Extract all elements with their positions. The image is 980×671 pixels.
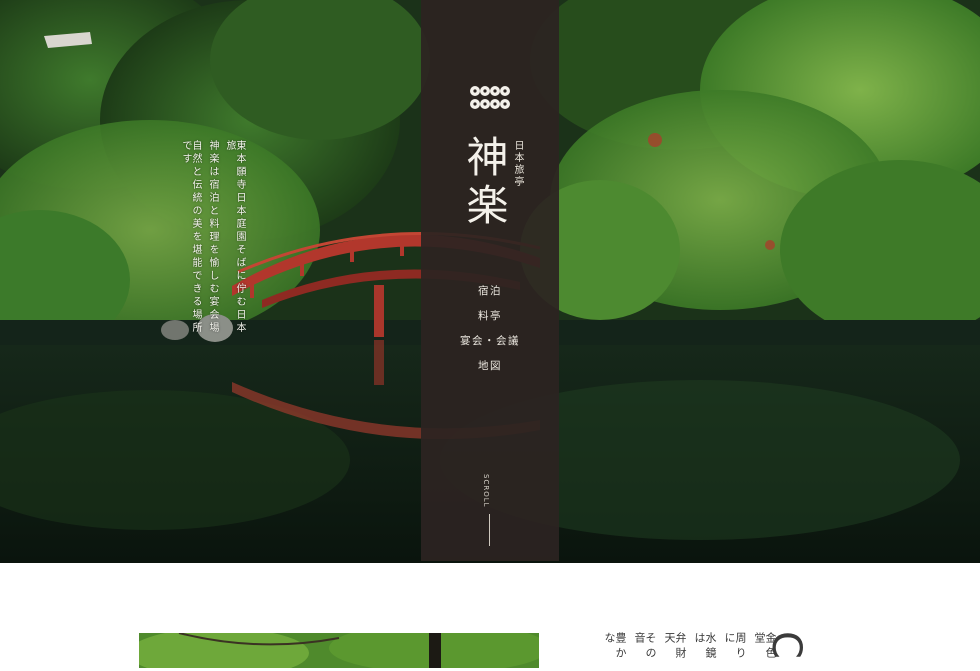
- nav-item-banquet[interactable]: 宴会・会議: [421, 333, 559, 348]
- scroll-indicator-line: [489, 514, 490, 546]
- nav-item-stay[interactable]: 宿泊: [421, 283, 559, 298]
- body-text-line: 周りに: [723, 632, 747, 662]
- nav-item-map[interactable]: 地図: [421, 358, 559, 373]
- nav-item-restaurant[interactable]: 料亭: [421, 308, 559, 323]
- scroll-indicator-label[interactable]: SCROLL: [482, 474, 490, 508]
- hero-tagline: 東本願寺日本庭園そばに佇む日本旅 神楽は宿泊と料理を愉しむ宴会場 自然と伝統の美…: [180, 140, 245, 340]
- body-text-line: 水鏡は: [693, 632, 717, 662]
- brand-subtitle: 日本旅亭: [512, 140, 523, 188]
- hero-section: 東本願寺日本庭園そばに佇む日本旅 神楽は宿泊と料理を愉しむ宴会場 自然と伝統の美…: [0, 0, 980, 563]
- main-nav: 宿泊 料亭 宴会・会議 地図: [421, 283, 559, 383]
- heading-letter: C: [766, 631, 806, 659]
- section-body-text: 金色堂 周りに 水鏡は 弁財天 その音 豊かな: [604, 632, 776, 668]
- brand-name[interactable]: 神楽: [460, 135, 509, 231]
- brand-nav-panel: 神楽 日本旅亭 宿泊 料亭 宴会・会議 地図 SCROLL: [421, 0, 559, 561]
- body-text-line: 弁財天: [663, 632, 687, 662]
- body-text-line: 豊かな: [604, 632, 627, 662]
- four-circles-crest-icon[interactable]: [469, 85, 511, 113]
- section-heading-letter: C: [766, 631, 806, 671]
- tagline-line: 神楽は宿泊と料理を愉しむ宴会場: [207, 140, 218, 335]
- tagline-line: 東本願寺日本庭園そばに佇む日本旅: [224, 140, 245, 335]
- section-photo: [139, 633, 539, 668]
- body-text-line: その音: [633, 632, 657, 662]
- tagline-line: 自然と伝統の美を堪能できる場所です: [180, 140, 201, 335]
